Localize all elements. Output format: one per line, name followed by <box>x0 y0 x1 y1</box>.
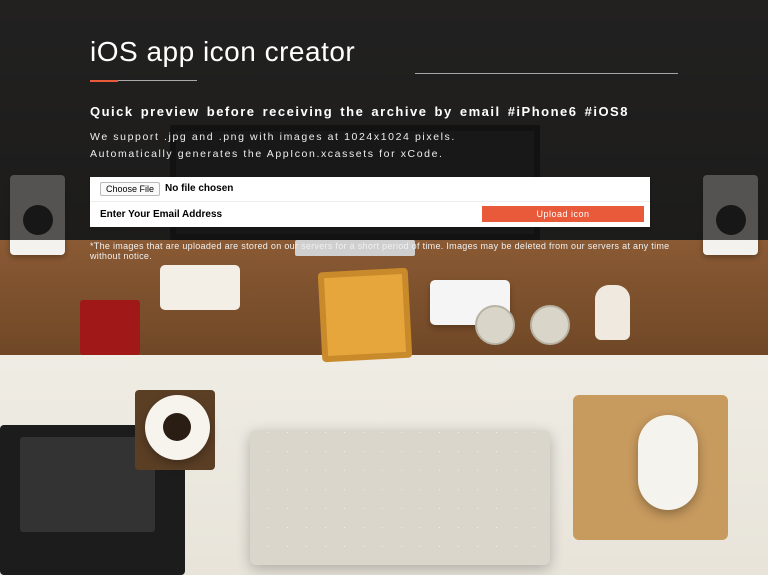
no-file-chosen-text: No file chosen <box>165 183 233 194</box>
choose-file-button[interactable]: Choose File <box>100 182 160 196</box>
support-line-2: Automatically generates the AppIcon.xcas… <box>90 148 444 160</box>
support-line-1: We support .jpg and .png with images at … <box>90 131 456 143</box>
upload-form: Choose File No file chosen Enter Your Em… <box>90 177 650 227</box>
disclaimer-text: *The images that are uploaded are stored… <box>90 241 678 261</box>
subtitle: Quick preview before receiving the archi… <box>90 104 678 119</box>
title-divider <box>415 73 678 74</box>
title-accent <box>90 80 118 82</box>
upload-icon-button[interactable]: Upload icon <box>482 206 644 222</box>
page-title: iOS app icon creator <box>90 36 355 76</box>
support-text: We support .jpg and .png with images at … <box>90 129 678 163</box>
